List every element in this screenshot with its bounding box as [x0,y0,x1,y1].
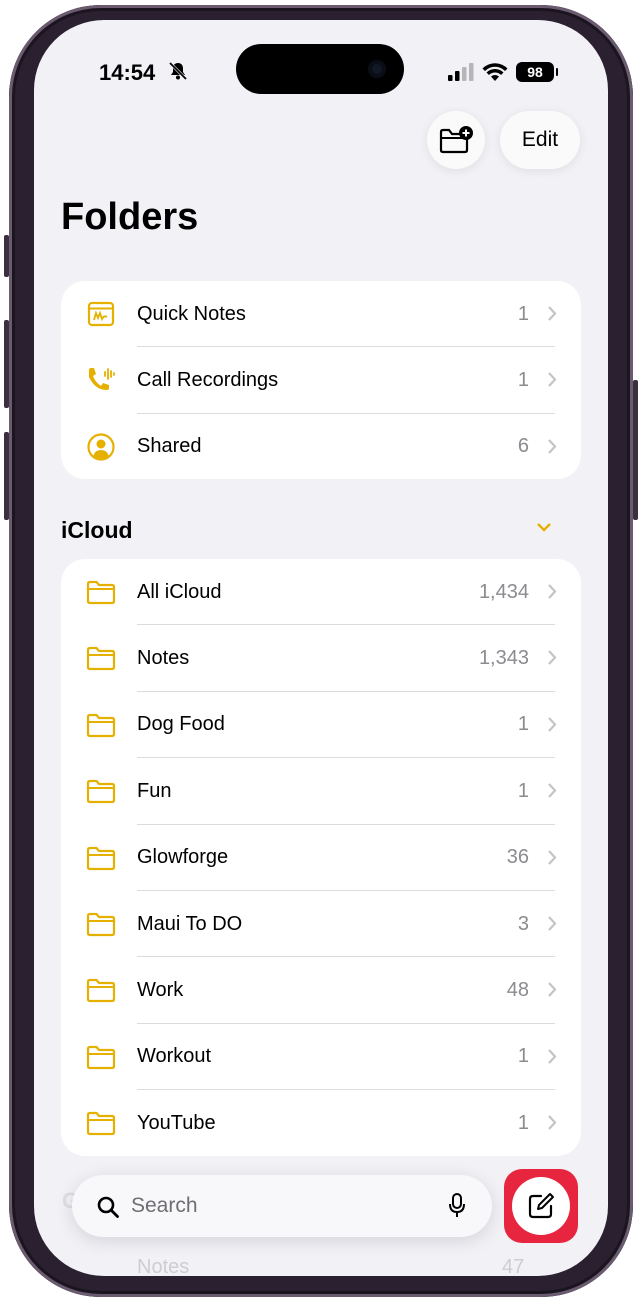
folder-icon [83,710,119,740]
folder-row[interactable]: Workout 1 [61,1024,581,1091]
wifi-icon [482,63,508,81]
new-folder-button[interactable] [427,111,485,169]
folder-label: Call Recordings [137,369,279,392]
chevron-right-icon [548,650,557,666]
folder-row[interactable]: Dog Food 1 [61,692,581,759]
folder-row[interactable]: Notes 1,343 [61,625,581,692]
chevron-right-icon [548,982,557,998]
folder-icon [83,776,119,806]
chevron-right-icon [548,783,557,798]
folder-icon [83,975,119,1005]
folder-icon [83,909,119,939]
page-title: Folders [61,196,199,238]
compose-icon [528,1193,554,1219]
status-time: 14:54 [99,60,156,85]
action-button [4,235,9,277]
volume-down-button [4,432,9,520]
folder-count: 1 [517,1111,529,1134]
call-recording-icon [83,365,119,395]
quick-notes-icon [83,299,119,329]
folder-count: 48 [506,979,529,1002]
folder-label: Quick Notes [137,302,246,325]
folder-count: 1 [517,779,529,802]
chevron-right-icon [548,306,557,321]
edit-button[interactable]: Edit [500,111,580,169]
chevron-right-icon [548,717,557,732]
folder-icon [83,843,119,873]
folder-row[interactable]: Maui To DO 3 [61,891,581,958]
search-placeholder: Search [131,1194,198,1217]
folder-row[interactable]: YouTube 1 [61,1090,581,1156]
folder-row-shared[interactable]: Shared 6 [61,414,581,479]
folder-count: 1,434 [478,580,529,603]
shared-person-icon [83,432,119,462]
chevron-right-icon [548,849,557,865]
pinned-folders-card: Quick Notes 1 Call Recordings 1 Shared 6 [61,281,581,479]
compose-button[interactable] [512,1177,570,1235]
search-icon [97,1196,119,1218]
chevron-down-icon[interactable] [536,522,552,532]
icloud-folders-card: All iCloud 1,434 Notes 1,343 Dog Food 1 Fun 1 Gl… [61,559,581,1156]
folder-icon [83,643,119,673]
chevron-right-icon [548,1048,557,1064]
folder-count: 6 [517,435,529,458]
folder-row[interactable]: All iCloud 1,434 [61,559,581,626]
folder-count: 1 [517,302,529,325]
folder-count: 1 [517,1045,529,1068]
folder-icon [83,1042,119,1072]
folder-label: YouTube [137,1111,216,1134]
folder-count: 1,343 [478,647,529,670]
chevron-right-icon [548,1115,557,1130]
search-bar[interactable]: Search [72,1175,492,1237]
folder-count: 1 [517,713,529,736]
battery-indicator: 98 [516,62,558,82]
folder-label: Workout [137,1045,212,1068]
folder-plus-icon [439,126,473,154]
section-header-icloud[interactable]: iCloud [61,517,133,544]
folder-icon [83,1108,119,1138]
folder-label: Maui To DO [137,912,243,935]
folder-label: Notes [137,1256,190,1276]
compose-highlight [504,1169,578,1243]
folder-label: Notes [137,647,190,670]
folder-label: Glowforge [137,846,229,869]
folder-icon [83,577,119,607]
folder-row[interactable]: Fun 1 [61,758,581,825]
volume-up-button [4,320,9,408]
folder-label: Work [137,979,184,1002]
folder-row[interactable]: Glowforge 36 [61,825,581,891]
microphone-icon[interactable] [448,1193,466,1219]
folder-label: Fun [137,779,172,802]
folder-label: All iCloud [137,580,222,603]
chevron-right-icon [548,584,557,599]
folder-row-quick-notes[interactable]: Quick Notes 1 [61,281,581,348]
dynamic-island [236,44,404,94]
bell-slash-icon [168,61,188,86]
folder-label: Shared [137,435,202,458]
status-indicators: 98 [448,62,558,82]
folder-label: Dog Food [137,713,225,736]
chevron-right-icon [548,916,557,931]
folder-row[interactable]: Work 48 [61,957,581,1024]
power-button [633,380,638,520]
folder-count: 1 [517,369,529,392]
folder-count: 3 [517,912,529,935]
folder-count: 47 [502,1256,525,1276]
screen: 14:54 98 Edit Folders Quick Notes 1 Call… [34,20,608,1276]
folder-count: 36 [506,846,529,869]
chevron-right-icon [548,372,557,388]
folder-row-call-recordings[interactable]: Call Recordings 1 [61,347,581,414]
chevron-right-icon [548,439,557,454]
cellular-signal-icon [448,63,474,81]
